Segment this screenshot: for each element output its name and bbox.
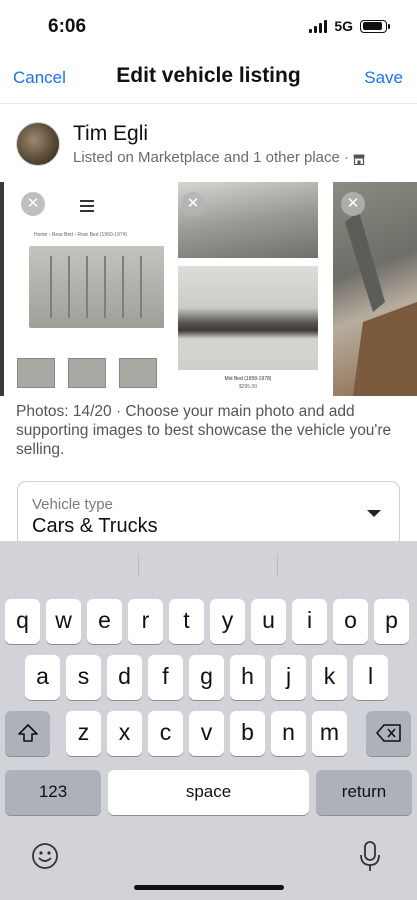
seller-name: Tim Egli — [73, 122, 149, 145]
nav-bar: Cancel Edit vehicle listing Save — [0, 54, 417, 104]
microphone-icon[interactable] — [357, 839, 383, 873]
emoji-icon[interactable] — [30, 841, 60, 871]
return-key[interactable]: return — [316, 770, 412, 815]
numbers-key[interactable]: 123 — [5, 770, 101, 815]
photo-item[interactable]: ✕ — [333, 182, 417, 396]
key-d[interactable]: d — [107, 655, 142, 700]
key-q[interactable]: q — [5, 599, 40, 644]
keyboard: q w e r t y u i o p a s d f g h j k l z … — [0, 541, 417, 900]
status-bar: 6:06 5G — [0, 0, 417, 54]
key-g[interactable]: g — [189, 655, 224, 700]
key-x[interactable]: x — [107, 711, 142, 756]
network-label: 5G — [334, 18, 353, 34]
key-z[interactable]: z — [66, 711, 101, 756]
vehicle-type-value: Cars & Trucks — [32, 515, 158, 537]
backspace-icon — [375, 724, 401, 742]
key-m[interactable]: m — [312, 711, 347, 756]
key-e[interactable]: e — [87, 599, 122, 644]
key-y[interactable]: y — [210, 599, 245, 644]
photo-thumbnail — [119, 358, 157, 388]
key-f[interactable]: f — [148, 655, 183, 700]
key-n[interactable]: n — [271, 711, 306, 756]
key-t[interactable]: t — [169, 599, 204, 644]
photo-thumbnail — [68, 358, 106, 388]
key-a[interactable]: a — [25, 655, 60, 700]
vehicle-type-label: Vehicle type — [32, 496, 113, 513]
photo-caption: Mid Bed (1958-1978) — [224, 376, 272, 382]
key-r[interactable]: r — [128, 599, 163, 644]
photo-strip[interactable]: Home › Rear Bed › Rear Bed (1960-1974) ✕… — [0, 182, 417, 396]
battery-level — [362, 22, 383, 30]
key-u[interactable]: u — [251, 599, 286, 644]
close-icon[interactable]: ✕ — [341, 192, 365, 216]
status-time: 6:06 — [48, 16, 87, 37]
backspace-key[interactable] — [366, 711, 411, 756]
close-icon[interactable]: ✕ — [21, 192, 45, 216]
photo-item[interactable]: Mid Bed (1958-1978) $295.00 ✕ — [172, 182, 324, 396]
photos-note: Photos: 14/20 · Choose your main photo a… — [16, 403, 392, 458]
key-i[interactable]: i — [292, 599, 327, 644]
key-o[interactable]: o — [333, 599, 368, 644]
save-button[interactable]: Save — [364, 68, 403, 88]
seller-row: Tim Egli Listed on Marketplace and 1 oth… — [16, 118, 406, 174]
photo-thumbnail — [17, 358, 55, 388]
key-c[interactable]: c — [148, 711, 183, 756]
home-indicator — [134, 885, 284, 890]
key-l[interactable]: l — [353, 655, 388, 700]
prediction-divider — [138, 554, 139, 576]
shift-icon — [17, 724, 38, 742]
shift-key[interactable] — [5, 711, 50, 756]
key-v[interactable]: v — [189, 711, 224, 756]
status-indicators: 5G — [309, 18, 390, 34]
key-h[interactable]: h — [230, 655, 265, 700]
listing-visibility-label: Listed on Marketplace and 1 other place … — [73, 149, 349, 166]
photo-partial-left[interactable] — [0, 182, 4, 396]
space-key[interactable]: space — [108, 770, 309, 815]
battery-icon — [360, 19, 390, 33]
signal-icon — [309, 19, 328, 33]
photo-item[interactable]: Home › Rear Bed › Rear Bed (1960-1974) ✕ — [12, 182, 164, 396]
key-b[interactable]: b — [230, 711, 265, 756]
key-k[interactable]: k — [312, 655, 347, 700]
avatar — [16, 122, 60, 166]
close-icon[interactable]: ✕ — [181, 192, 205, 216]
store-icon — [353, 152, 365, 166]
photo-breadcrumb: Home › Rear Bed › Rear Bed (1960-1974) — [34, 232, 128, 238]
page-title: Edit vehicle listing — [116, 64, 301, 87]
photo-price: $295.00 — [238, 384, 258, 390]
chevron-down-icon — [367, 510, 381, 517]
key-j[interactable]: j — [271, 655, 306, 700]
listing-visibility[interactable]: Listed on Marketplace and 1 other place … — [73, 149, 365, 166]
key-s[interactable]: s — [66, 655, 101, 700]
prediction-divider — [277, 554, 278, 576]
photo-mid-bed-bottom — [178, 266, 318, 370]
photo-rear-bed-panel — [29, 246, 164, 328]
hamburger-icon — [80, 200, 94, 215]
key-p[interactable]: p — [374, 599, 409, 644]
prediction-bar[interactable] — [0, 541, 417, 587]
key-w[interactable]: w — [46, 599, 81, 644]
